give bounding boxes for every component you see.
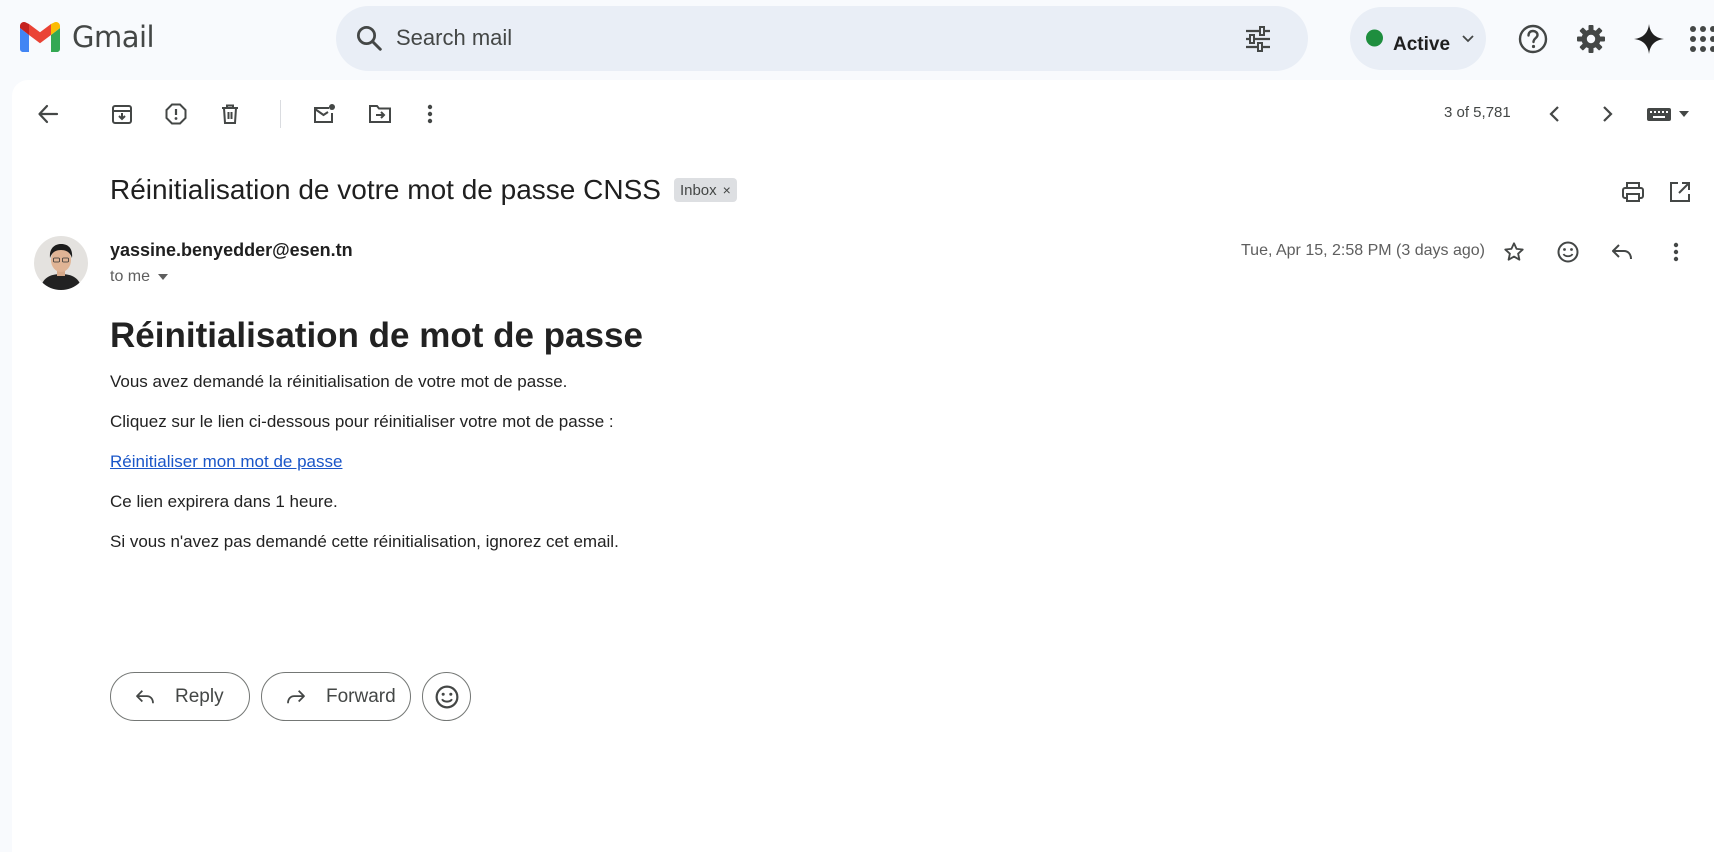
open-new-window-button[interactable] (1662, 174, 1698, 210)
search-bar[interactable] (336, 6, 1308, 71)
sparkle-icon (1634, 24, 1664, 54)
gmail-m-icon (20, 22, 60, 52)
back-button[interactable] (30, 96, 66, 132)
arrow-back-icon (38, 104, 59, 124)
gmail-logo[interactable]: Gmail (20, 20, 155, 54)
more-vert-icon (427, 104, 433, 124)
report-spam-button[interactable] (158, 96, 194, 132)
input-tools-button[interactable] (1642, 96, 1694, 132)
reply-icon (136, 689, 154, 703)
body-line-1: Vous avez demandé la réinitialisation de… (110, 372, 568, 391)
reply-label: Reply (175, 685, 224, 707)
status-label: Active (1393, 34, 1451, 55)
forward-button[interactable]: Forward (261, 672, 411, 721)
caret-down-icon (158, 274, 169, 280)
gemini-button[interactable] (1628, 18, 1670, 60)
emoji-icon (1557, 241, 1579, 263)
avatar-image (34, 236, 88, 290)
recipient-details[interactable]: to me (110, 268, 169, 286)
settings-button[interactable] (1570, 18, 1612, 60)
star-button[interactable] (1496, 234, 1532, 270)
trash-icon (222, 104, 238, 124)
more-options-button[interactable] (412, 96, 448, 132)
archive-icon (112, 105, 132, 124)
body-line-3: Ce lien expirera dans 1 heure. (110, 492, 338, 511)
print-icon (1622, 182, 1644, 202)
reply-button[interactable]: Reply (110, 672, 250, 721)
help-button[interactable] (1512, 18, 1554, 60)
email-date: Tue, Apr 15, 2:58 PM (3 days ago) (1241, 242, 1485, 259)
emoji-icon (435, 685, 458, 708)
body-line-4: Si vous n'avez pas demandé cette réiniti… (110, 532, 619, 551)
keyboard-icon (1647, 108, 1671, 121)
remove-label-icon[interactable]: × (723, 182, 731, 198)
message-counter: 3 of 5,781 (1444, 104, 1511, 121)
gmail-wordmark: Gmail (72, 20, 155, 54)
sender-email[interactable]: yassine.benyedder@esen.tn (110, 240, 353, 261)
add-reaction-button[interactable] (1550, 234, 1586, 270)
mark-unread-icon (314, 104, 335, 123)
react-button[interactable] (422, 672, 471, 721)
archive-button[interactable] (104, 96, 140, 132)
move-to-button[interactable] (362, 96, 398, 132)
recipient-label: to me (110, 268, 151, 285)
caret-down-icon (1679, 111, 1689, 117)
search-icon[interactable] (354, 23, 384, 53)
inbox-label: Inbox (679, 181, 717, 199)
open-in-new-icon (1670, 182, 1690, 202)
status-dot (1366, 29, 1383, 47)
move-to-folder-icon (369, 105, 391, 123)
message-more-button[interactable] (1658, 234, 1694, 270)
gear-icon (1577, 25, 1605, 53)
email-subject: Réinitialisation de votre mot de passe C… (110, 174, 661, 205)
top-bar: Gmail Active (0, 0, 1714, 78)
report-spam-icon (165, 103, 187, 125)
inbox-label-chip: Inbox × (673, 178, 737, 202)
sender-avatar[interactable] (34, 236, 88, 290)
forward-icon (287, 689, 305, 703)
email-body-title: Réinitialisation de mot de passe (110, 316, 643, 355)
star-icon (1504, 242, 1524, 261)
reply-icon-button[interactable] (1604, 234, 1640, 270)
mark-unread-button[interactable] (306, 96, 342, 132)
search-options-icon[interactable] (1244, 26, 1272, 52)
chevron-left-icon (1549, 106, 1559, 122)
status-selector[interactable]: Active (1350, 7, 1486, 70)
apps-grid-icon (1690, 26, 1714, 52)
newer-button[interactable] (1536, 96, 1572, 132)
toolbar-divider (280, 100, 281, 128)
reset-password-link[interactable]: Réinitialiser mon mot de passe (110, 452, 342, 471)
reply-icon (1612, 244, 1632, 260)
chevron-down-icon (1462, 35, 1474, 43)
older-button[interactable] (1590, 96, 1626, 132)
email-panel: 3 of 5,781 Réinitialisation de votre mot… (12, 80, 1714, 852)
delete-button[interactable] (212, 96, 248, 132)
apps-button[interactable] (1682, 18, 1714, 60)
body-line-2: Cliquez sur le lien ci-dessous pour réin… (110, 412, 614, 431)
print-button[interactable] (1615, 174, 1651, 210)
more-vert-icon (1673, 242, 1679, 262)
forward-label: Forward (326, 685, 396, 707)
help-icon (1518, 24, 1548, 54)
email-subject-row: Réinitialisation de votre mot de passe C… (110, 174, 737, 206)
chevron-right-icon (1603, 106, 1613, 122)
search-input[interactable] (396, 16, 1216, 60)
